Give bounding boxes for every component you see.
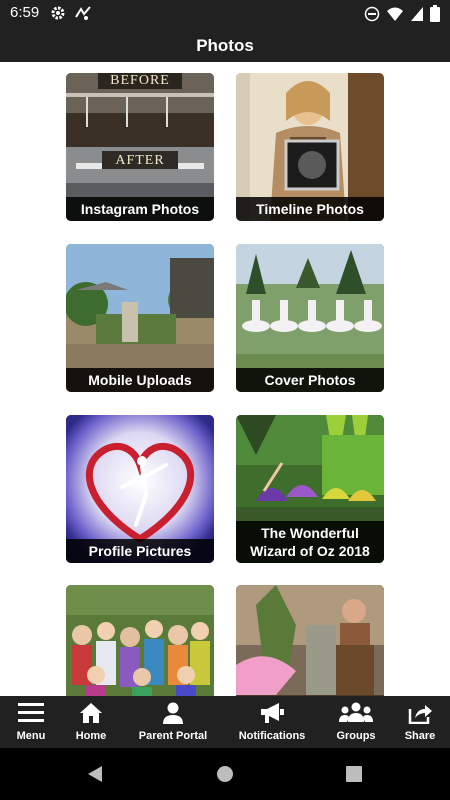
nav-menu[interactable]: Menu: [0, 696, 62, 748]
album-label: The Wonderful Wizard of Oz 2018: [236, 521, 384, 563]
nav-parent-portal[interactable]: Parent Portal: [130, 696, 216, 748]
nav-label: Parent Portal: [138, 730, 208, 742]
album-label: Instagram Photos: [66, 197, 214, 221]
nav-home[interactable]: Home: [62, 696, 120, 748]
back-icon[interactable]: [86, 765, 104, 788]
album-label: Mobile Uploads: [66, 368, 214, 392]
nav-groups[interactable]: Groups: [328, 696, 384, 748]
activity-icon: [74, 5, 92, 26]
nav-label: Groups: [336, 730, 376, 742]
nav-notifications[interactable]: Notifications: [232, 696, 312, 748]
page-title: Photos: [196, 36, 254, 55]
album-tile-profile-pictures[interactable]: Profile Pictures: [66, 415, 214, 563]
album-tile-8[interactable]: [236, 585, 384, 696]
signal-icon: [410, 6, 424, 27]
album-label: Cover Photos: [236, 368, 384, 392]
status-bar: 6:59: [0, 0, 450, 28]
album-tile-instagram-photos[interactable]: BEFORE AFTER Instagram Photos: [66, 73, 214, 221]
album-tile-7[interactable]: [66, 585, 214, 696]
nav-label: Notifications: [238, 730, 306, 742]
groups-icon: [339, 702, 373, 729]
share-icon: [407, 702, 433, 729]
album-tile-timeline-photos[interactable]: Timeline Photos: [236, 73, 384, 221]
album-label: Timeline Photos: [236, 197, 384, 221]
nav-label: Home: [75, 730, 107, 742]
settings-icon: [50, 5, 66, 26]
menu-icon: [18, 702, 44, 729]
bottom-nav: Menu Home Parent Portal Notifications Gr…: [0, 696, 450, 748]
album-tile-wizard-of-oz-2018[interactable]: The Wonderful Wizard of Oz 2018: [236, 415, 384, 563]
nav-label: Menu: [16, 730, 46, 742]
status-time: 6:59: [10, 4, 40, 21]
thumbnail-text-before: BEFORE: [110, 73, 170, 88]
app-bar: Photos: [0, 28, 450, 62]
megaphone-icon: [259, 702, 285, 729]
battery-icon: [430, 5, 440, 27]
system-nav-bar: [0, 748, 450, 800]
wifi-icon: [386, 6, 404, 27]
nav-share[interactable]: Share: [396, 696, 444, 748]
nav-label: Share: [404, 730, 436, 742]
album-tile-mobile-uploads[interactable]: Mobile Uploads: [66, 244, 214, 392]
album-thumbnail: [236, 585, 384, 696]
thumbnail-text-after: AFTER: [115, 153, 165, 168]
album-grid[interactable]: BEFORE AFTER Instagram Photos Timeline P…: [0, 62, 450, 696]
home-circle-icon[interactable]: [216, 765, 234, 788]
album-label: Profile Pictures: [66, 539, 214, 563]
album-thumbnail: [66, 585, 214, 696]
recents-icon[interactable]: [346, 766, 362, 787]
do-not-disturb-icon: [364, 6, 380, 27]
album-tile-cover-photos[interactable]: Cover Photos: [236, 244, 384, 392]
home-icon: [79, 702, 103, 729]
person-icon: [161, 702, 185, 729]
